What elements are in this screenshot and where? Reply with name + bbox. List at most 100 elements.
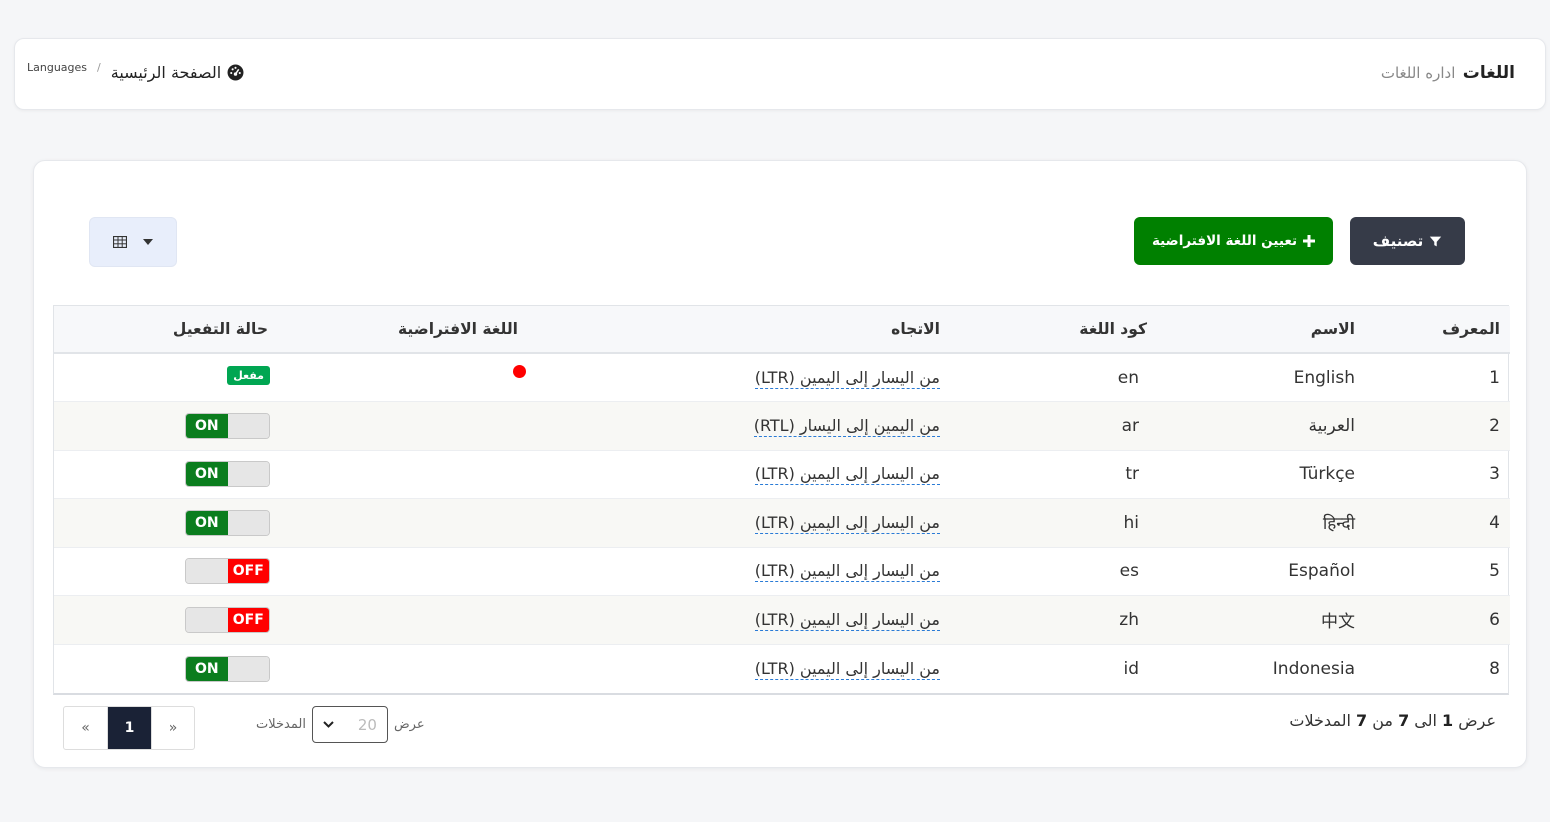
cell-id: 1 (1489, 367, 1500, 388)
cell-code: en (1117, 367, 1139, 388)
page-title-main: اللغات (1462, 63, 1515, 83)
table-row: 8 Indonesia id من اليسار إلى اليمين (LTR… (54, 644, 1510, 693)
cell-direction[interactable]: من اليمين إلى اليسار (RTL) (528, 402, 950, 451)
cell-name: Türkçe (1299, 464, 1355, 485)
cell-direction[interactable]: من اليسار إلى اليمين (LTR) (528, 547, 950, 596)
table-row: 5 Español es من اليسار إلى اليمين (LTR) … (54, 547, 1510, 596)
cell-default (278, 450, 528, 499)
table-row: 4 हिन्दी hi من اليسار إلى اليمين (LTR) O… (54, 498, 1510, 548)
table-grid-icon (113, 236, 127, 248)
table-row: 3 Türkçe tr من اليسار إلى اليمين (LTR) O… (54, 450, 1510, 499)
cell-default (278, 402, 528, 451)
toggle-off-label: OFF (227, 607, 269, 632)
status-badge: مفعل (227, 366, 270, 385)
direction-editable[interactable]: من اليسار إلى اليمين (LTR) (754, 561, 940, 583)
cell-status: ON (54, 644, 278, 693)
status-toggle[interactable]: ON (185, 509, 270, 536)
status-toggle[interactable]: ON (185, 412, 270, 439)
cell-direction[interactable]: من اليسار إلى اليمين (LTR) (528, 450, 950, 499)
status-toggle[interactable]: ON (185, 461, 270, 488)
direction-editable[interactable]: من اليسار إلى اليمين (LTR) (754, 609, 940, 631)
toggle-on-label: ON (186, 462, 228, 487)
status-toggle[interactable]: ON (185, 655, 270, 682)
cell-name: Español (1288, 561, 1355, 582)
summary-prefix: عرض (1458, 711, 1496, 730)
summary-suffix: المدخلات (1289, 711, 1351, 730)
direction-editable[interactable]: من اليمين إلى اليسار (RTL) (753, 415, 940, 437)
column-header-status[interactable]: حالة التفعيل (54, 306, 278, 353)
dashboard-icon (227, 64, 244, 81)
direction-editable[interactable]: من اليسار إلى اليمين (LTR) (754, 512, 940, 534)
cell-direction[interactable]: من اليسار إلى اليمين (LTR) (528, 596, 950, 645)
cell-default (278, 644, 528, 693)
cell-code: tr (1125, 464, 1139, 485)
set-default-language-button[interactable]: تعيين اللغة الافتراضية (1134, 217, 1333, 265)
cell-status: ON (54, 450, 278, 499)
breadcrumb-current: Languages (27, 61, 88, 74)
default-language-dot-icon (513, 364, 526, 378)
cell-name: Indonesia (1272, 658, 1355, 679)
column-header-name[interactable]: الاسم (1157, 306, 1365, 353)
cell-status: مفعل (54, 353, 278, 402)
cell-status: OFF (54, 596, 278, 645)
toggle-on-label: ON (186, 656, 228, 681)
cell-direction[interactable]: من اليسار إلى اليمين (LTR) (528, 353, 950, 402)
set-default-button-label: تعيين اللغة الافتراضية (1151, 233, 1298, 249)
pagination-next[interactable]: » (151, 707, 194, 749)
pagination: « 1 » (63, 706, 195, 750)
cell-id: 2 (1489, 415, 1500, 436)
breadcrumb: Languages / الصفحة الرئيسية (27, 59, 244, 82)
toggle-handle (227, 510, 269, 535)
direction-editable[interactable]: من اليسار إلى اليمين (LTR) (754, 658, 940, 680)
per-page-select[interactable]: 20 (311, 706, 388, 743)
languages-card: تصنيف تعيين اللغة الافتراضية المعرف الاس… (33, 160, 1527, 768)
cell-id: 6 (1489, 609, 1500, 630)
pagination-prev[interactable]: « (64, 707, 107, 749)
filter-button[interactable]: تصنيف (1350, 217, 1465, 265)
toggle-handle (227, 462, 269, 487)
breadcrumb-home-link[interactable]: الصفحة الرئيسية (111, 63, 244, 82)
table-row: 2 العربية ar من اليمين إلى اليسار (RTL) … (54, 401, 1510, 451)
per-page-label-after: المدخلات (256, 717, 306, 732)
cell-direction[interactable]: من اليسار إلى اليمين (LTR) (528, 499, 950, 548)
cell-id: 3 (1489, 464, 1500, 485)
cell-name: العربية (1308, 415, 1355, 436)
page-header: اللغات اداره اللغات Languages / الصفحة ا… (14, 38, 1546, 110)
cell-id: 4 (1489, 512, 1500, 533)
column-toggle-button[interactable] (89, 217, 177, 267)
column-header-direction[interactable]: الاتجاه (528, 306, 950, 353)
toggle-off-label: OFF (227, 559, 269, 584)
cell-direction[interactable]: من اليسار إلى اليمين (LTR) (528, 644, 950, 693)
cell-name: English (1293, 367, 1355, 388)
status-toggle[interactable]: OFF (185, 558, 270, 585)
cell-id: 5 (1489, 561, 1500, 582)
caret-down-icon (143, 239, 153, 245)
toggle-handle (227, 656, 269, 681)
per-page-value: 20 (357, 715, 377, 734)
direction-editable[interactable]: من اليسار إلى اليمين (LTR) (754, 464, 940, 486)
column-header-default[interactable]: اللغة الافتراضية (278, 306, 528, 353)
cell-default (278, 353, 528, 402)
cell-code: es (1119, 561, 1139, 582)
column-header-id[interactable]: المعرف (1365, 306, 1510, 353)
cell-name: हिन्दी (1322, 514, 1355, 535)
cell-name: 中文 (1321, 612, 1355, 633)
table-header-row: المعرف الاسم كود اللغة الاتجاه اللغة الا… (54, 306, 1510, 353)
cell-code: hi (1123, 512, 1140, 533)
table-row: 1 English en من اليسار إلى اليمين (LTR) … (54, 353, 1510, 402)
toggle-on-label: ON (186, 413, 228, 438)
per-page-control: عرض 20 المدخلات (256, 706, 425, 743)
cell-status: OFF (54, 547, 278, 596)
toggle-handle (186, 559, 228, 584)
toggle-handle (186, 607, 228, 632)
direction-editable[interactable]: من اليسار إلى اليمين (LTR) (754, 367, 940, 389)
pagination-page-current[interactable]: 1 (107, 707, 151, 749)
toggle-on-label: ON (186, 510, 228, 535)
summary-from: 1 (1442, 711, 1454, 730)
column-header-code[interactable]: كود اللغة (950, 306, 1157, 353)
table-row: 6 中文 zh من اليسار إلى اليمين (LTR) OFF (54, 595, 1510, 645)
breadcrumb-home-label: الصفحة الرئيسية (110, 63, 222, 82)
status-toggle[interactable]: OFF (185, 606, 270, 633)
languages-table: المعرف الاسم كود اللغة الاتجاه اللغة الا… (53, 305, 1510, 695)
filter-icon (1430, 236, 1442, 246)
